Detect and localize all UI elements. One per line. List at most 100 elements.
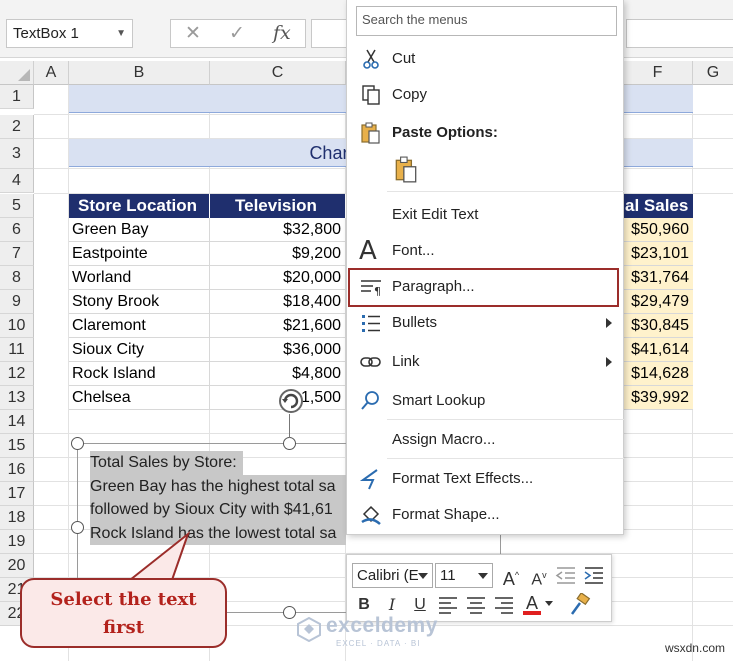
resize-handle[interactable]: [71, 521, 84, 534]
menu-item-copy[interactable]: Copy: [347, 78, 624, 112]
increase-indent-icon[interactable]: [582, 563, 606, 587]
chevron-down-icon[interactable]: [545, 601, 553, 606]
cell-location[interactable]: Sioux City: [69, 338, 210, 362]
menu-item-label: Paste Options:: [392, 124, 498, 141]
cell-television[interactable]: $21,600: [210, 314, 346, 338]
menu-item-format-shape[interactable]: Format Shape...: [347, 498, 624, 532]
column-header-f[interactable]: F: [623, 61, 693, 85]
menu-search-input[interactable]: Search the menus: [356, 6, 617, 36]
font-color-icon: A: [525, 593, 538, 613]
table-header-location: Store Location: [69, 194, 210, 218]
rotate-connector: [289, 414, 290, 438]
row-header[interactable]: 2: [0, 115, 34, 139]
column-header-g[interactable]: G: [693, 61, 733, 85]
cell-television[interactable]: $9,200: [210, 242, 346, 266]
cell-total[interactable]: $14,628: [623, 362, 693, 386]
insert-function-icon[interactable]: fx: [273, 22, 291, 44]
paint-bucket-icon: [361, 505, 381, 525]
textbox-line[interactable]: Rock Island has the lowest total sa: [90, 521, 346, 545]
column-header-b[interactable]: B: [69, 61, 210, 85]
row-header[interactable]: 19: [0, 530, 34, 554]
cell-television[interactable]: $4,800: [210, 362, 346, 386]
textbox-line[interactable]: followed by Sioux City with $41,61: [90, 498, 346, 522]
cell-total[interactable]: $50,960: [623, 218, 693, 242]
cell-total[interactable]: $41,614: [623, 338, 693, 362]
cell-total[interactable]: $39,992: [623, 386, 693, 410]
menu-item-link[interactable]: Link: [347, 345, 624, 379]
resize-handle[interactable]: [283, 437, 296, 450]
menu-item-bullets[interactable]: Bullets: [347, 306, 624, 340]
align-center-icon[interactable]: [464, 593, 488, 617]
cell-location[interactable]: Worland: [69, 266, 210, 290]
row-header[interactable]: 13: [0, 386, 34, 410]
row-header[interactable]: 11: [0, 338, 34, 362]
shrink-font-button[interactable]: Av: [527, 563, 551, 589]
menu-item-cut[interactable]: Cut: [347, 42, 624, 76]
resize-handle[interactable]: [283, 606, 296, 619]
cell-television[interactable]: $18,400: [210, 290, 346, 314]
row-header[interactable]: 18: [0, 506, 34, 530]
cell-location[interactable]: Rock Island: [69, 362, 210, 386]
menu-item-format-text-effects[interactable]: Format Text Effects...: [347, 462, 624, 496]
menu-item-assign-macro[interactable]: Assign Macro...: [347, 423, 624, 457]
cell-location[interactable]: Claremont: [69, 314, 210, 338]
textbox-content[interactable]: Total Sales by Store: Green Bay has the …: [90, 451, 346, 545]
align-right-icon[interactable]: [492, 593, 516, 617]
row-header[interactable]: 10: [0, 314, 34, 338]
cell-location[interactable]: Stony Brook: [69, 290, 210, 314]
menu-item-label: Font...: [392, 242, 435, 259]
font-size-select[interactable]: 11: [435, 563, 493, 588]
row-header[interactable]: 17: [0, 482, 34, 506]
cell-location[interactable]: Chelsea: [69, 386, 210, 410]
enter-icon[interactable]: ✓: [229, 22, 245, 45]
row-header[interactable]: 15: [0, 434, 34, 458]
cell-location[interactable]: Eastpointe: [69, 242, 210, 266]
row-header[interactable]: 20: [0, 554, 34, 578]
font-name-select[interactable]: Calibri (E: [352, 563, 433, 588]
menu-item-label: Format Shape...: [392, 506, 500, 523]
textbox-line[interactable]: Green Bay has the highest total sa: [90, 474, 346, 498]
cancel-icon[interactable]: ✕: [185, 22, 201, 45]
cell-television[interactable]: $32,800: [210, 218, 346, 242]
formula-input[interactable]: [311, 19, 351, 48]
row-header[interactable]: 6: [0, 218, 34, 242]
menu-item-smart-lookup[interactable]: Smart Lookup: [347, 384, 624, 418]
row-header[interactable]: 14: [0, 410, 34, 434]
row-header[interactable]: 1: [0, 85, 34, 109]
textbox-line[interactable]: Total Sales by Store:: [90, 451, 243, 475]
cell-location[interactable]: Green Bay: [69, 218, 210, 242]
cell-total[interactable]: $30,845: [623, 314, 693, 338]
row-header[interactable]: 3: [0, 139, 34, 169]
format-painter-icon[interactable]: [567, 593, 591, 617]
select-all-button[interactable]: [0, 61, 34, 85]
column-header-c[interactable]: C: [210, 61, 346, 85]
chevron-right-icon: [606, 318, 612, 328]
grow-font-button[interactable]: A^: [499, 563, 523, 589]
row-header[interactable]: 9: [0, 290, 34, 314]
resize-handle[interactable]: [71, 437, 84, 450]
row-header[interactable]: 16: [0, 458, 34, 482]
menu-item-font[interactable]: A Font...: [347, 234, 624, 268]
cell-total[interactable]: $31,764: [623, 266, 693, 290]
row-header[interactable]: 12: [0, 362, 34, 386]
menu-item-label: Format Text Effects...: [392, 470, 534, 487]
formula-input-right[interactable]: [626, 19, 733, 48]
row-header[interactable]: 5: [0, 194, 34, 218]
chevron-down-icon[interactable]: ▼: [116, 20, 126, 47]
menu-item-exit-edit-text[interactable]: Exit Edit Text: [347, 198, 624, 232]
decrease-indent-icon[interactable]: [554, 563, 578, 587]
cell-television[interactable]: $20,000: [210, 266, 346, 290]
paste-keep-formatting-icon[interactable]: [393, 156, 419, 184]
font-color-button[interactable]: A: [520, 591, 544, 615]
cell-television[interactable]: $36,000: [210, 338, 346, 362]
cell-total[interactable]: $23,101: [623, 242, 693, 266]
rotate-handle-icon[interactable]: [278, 388, 304, 414]
cell-total[interactable]: $29,479: [623, 290, 693, 314]
column-header-a[interactable]: A: [34, 61, 69, 85]
row-header[interactable]: 4: [0, 169, 34, 193]
name-box[interactable]: TextBox 1 ▼: [6, 19, 133, 48]
row-header[interactable]: 8: [0, 266, 34, 290]
menu-divider: [387, 191, 624, 192]
shrink-font-icon: A: [531, 571, 543, 589]
row-header[interactable]: 7: [0, 242, 34, 266]
